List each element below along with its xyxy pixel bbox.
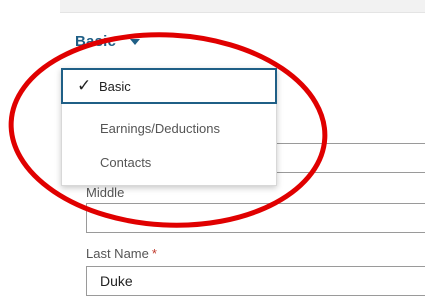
section-dropdown-label: Basic xyxy=(75,32,117,50)
menu-item-contacts[interactable]: Contacts xyxy=(62,145,276,179)
last-name-label-text: Last Name xyxy=(86,246,149,261)
menu-item-earnings-deductions[interactable]: Earnings/Deductions xyxy=(62,111,276,145)
middle-name-label: Middle xyxy=(86,185,125,200)
menu-item-label: Basic xyxy=(99,78,131,94)
middle-name-input[interactable] xyxy=(86,203,425,233)
section-dropdown-menu: ✓ Basic Earnings/Deductions Contacts xyxy=(61,68,277,186)
required-marker: * xyxy=(151,246,157,261)
menu-item-basic[interactable]: ✓ Basic xyxy=(61,68,277,104)
last-name-label: Last Name * xyxy=(86,246,157,261)
menu-item-label: Contacts xyxy=(100,154,152,170)
caret-down-icon xyxy=(130,39,141,45)
checkmark-icon: ✓ xyxy=(77,76,92,95)
last-name-input[interactable] xyxy=(86,266,425,296)
top-toolbar-strip xyxy=(60,0,425,13)
section-dropdown-toggle[interactable]: Basic xyxy=(75,30,141,52)
menu-item-label: Earnings/Deductions xyxy=(100,120,220,136)
